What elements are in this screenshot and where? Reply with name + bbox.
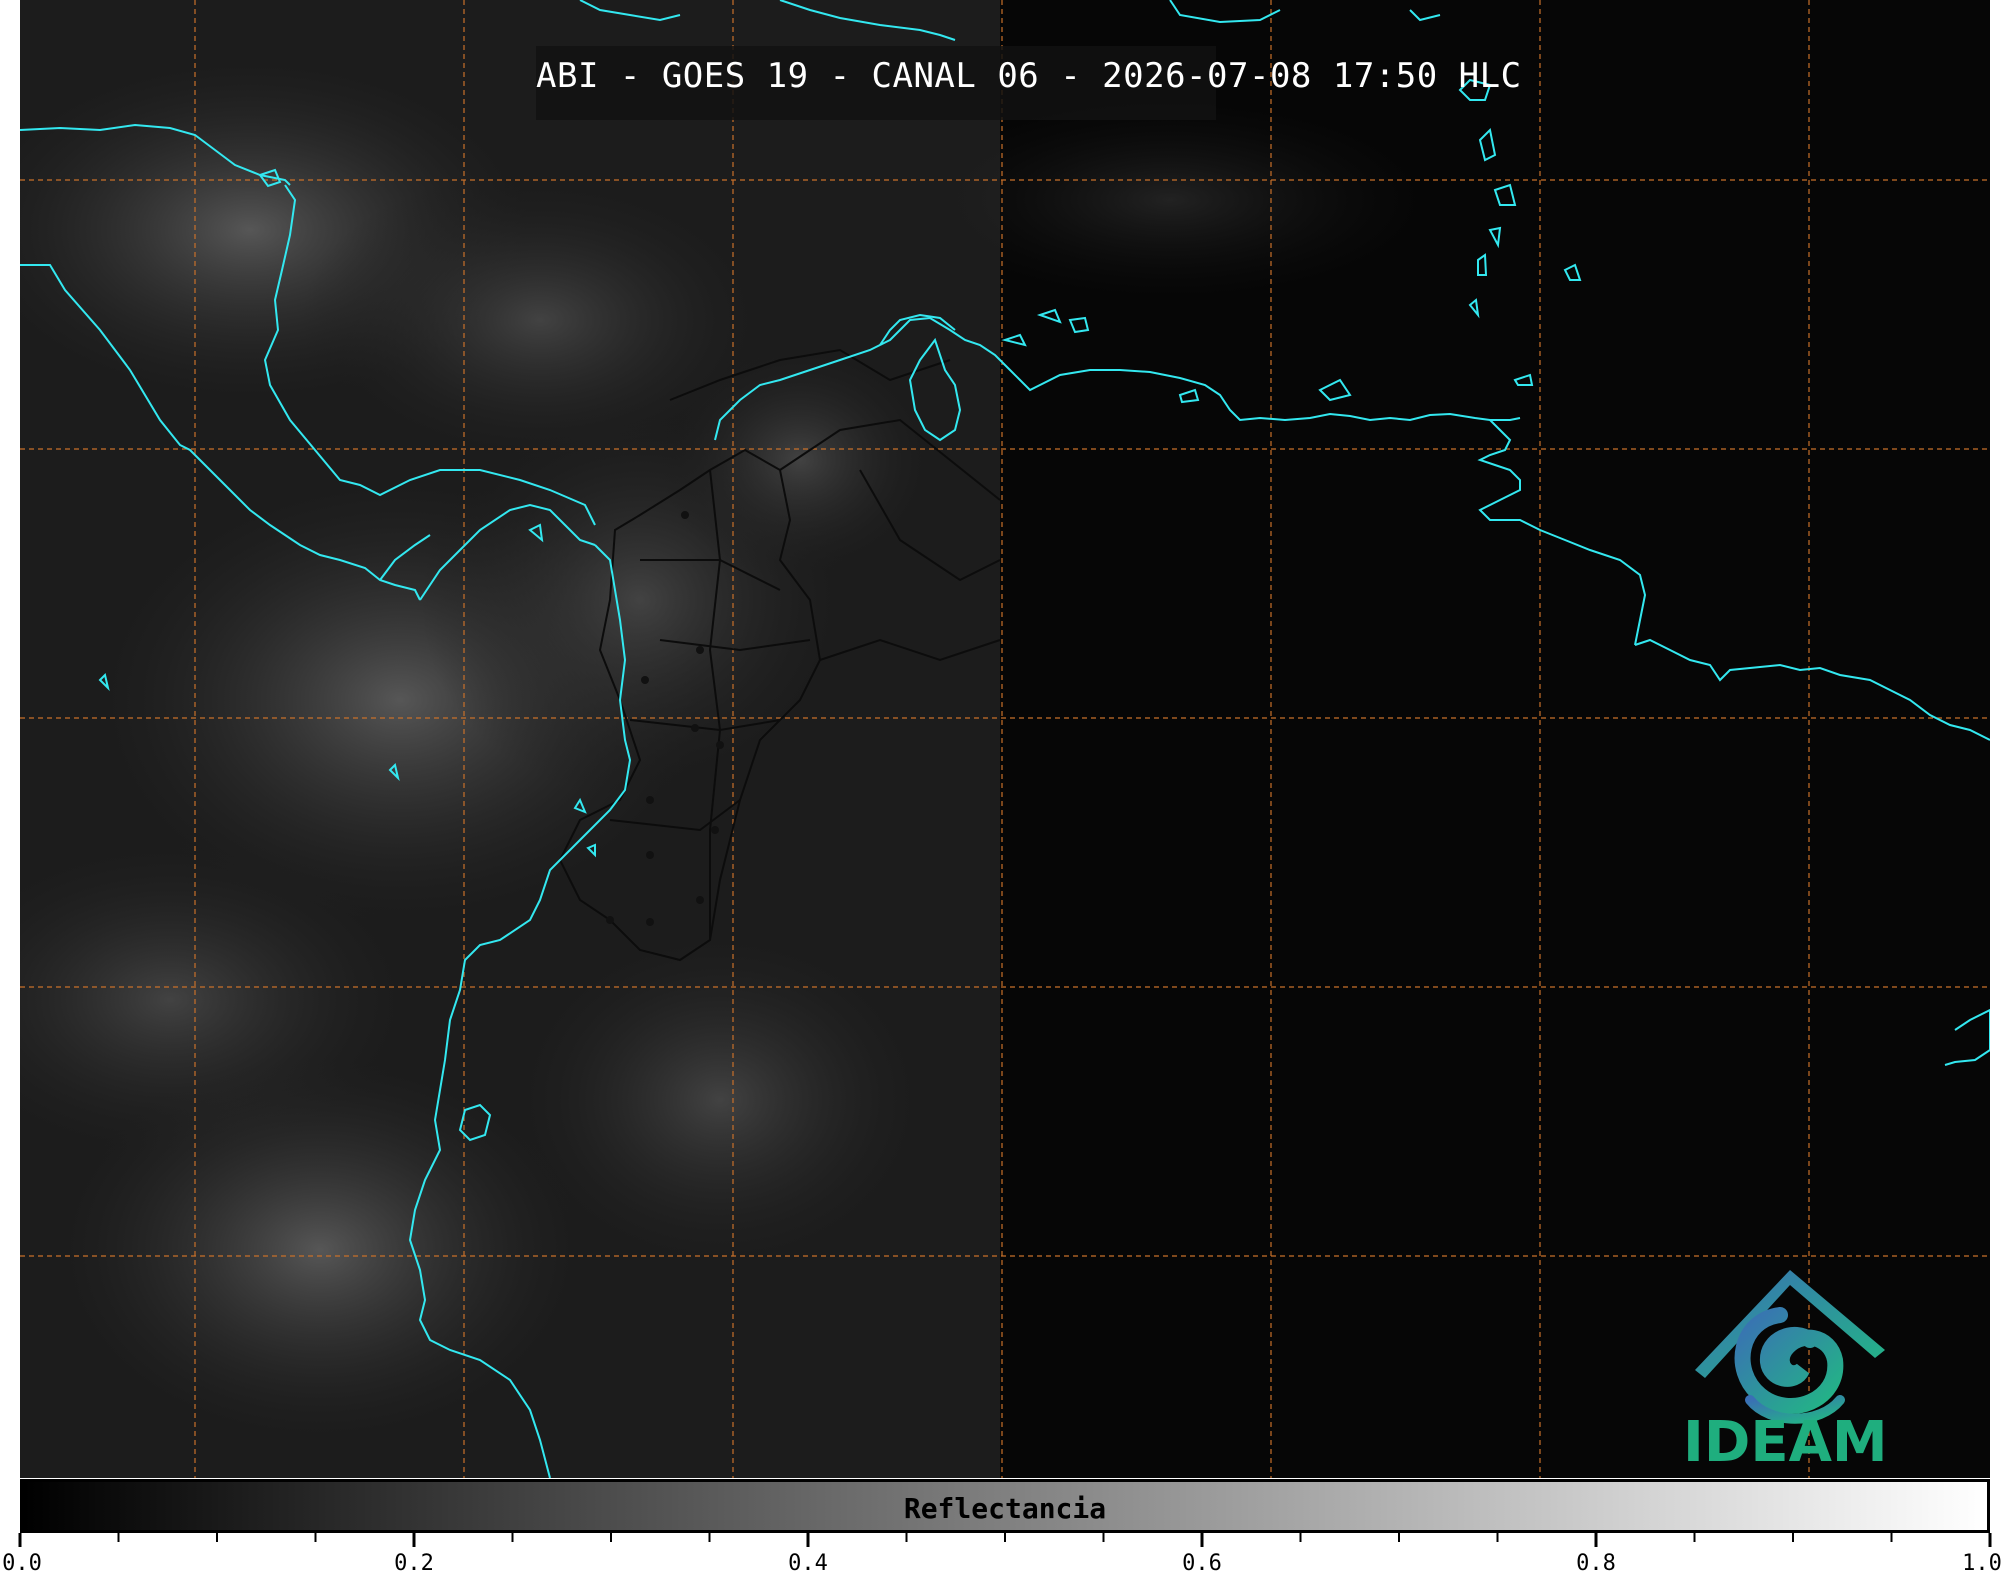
- colorbar-tick-label: 0.6: [1182, 1551, 1222, 1576]
- colorbar: Reflectancia: [20, 1479, 1990, 1533]
- colorbar-tick-label: 0.0: [2, 1551, 42, 1576]
- map-title: ABI - GOES 19 - CANAL 06 - 2026-07-08 17…: [536, 56, 1522, 96]
- colorbar-tick-label: 1.0: [1962, 1551, 2002, 1576]
- colorbar-tick-label: 0.4: [788, 1551, 828, 1576]
- colorbar-tick-label: 0.8: [1576, 1551, 1616, 1576]
- colorbar-label: Reflectancia: [903, 1492, 1107, 1525]
- satellite-map[interactable]: ABI - GOES 19 - CANAL 06 - 2026-07-08 17…: [20, 0, 1990, 1478]
- colorbar-ticks: [18, 1533, 1992, 1547]
- ideam-logo-text: IDEAM: [1683, 1410, 1888, 1475]
- colorbar-tick-label: 0.2: [394, 1551, 434, 1576]
